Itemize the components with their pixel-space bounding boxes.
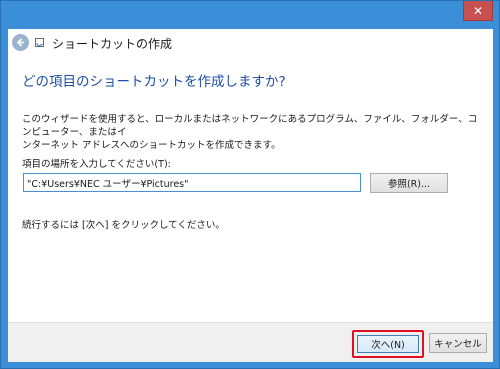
close-button[interactable]: ✕ — [463, 1, 493, 21]
close-icon: ✕ — [472, 3, 484, 18]
description: このウィザードを使用すると、ローカルまたはネットワークにあるプログラム、ファイル… — [22, 113, 482, 152]
continue-instruction: 続行するには [次へ] をクリックしてください。 — [22, 220, 225, 231]
shortcut-icon — [35, 38, 44, 47]
description-line-1: このウィザードを使用すると、ローカルまたはネットワークにあるプログラム、ファイル… — [22, 114, 478, 138]
title-bar[interactable]: ✕ — [1, 1, 499, 29]
back-button[interactable] — [12, 34, 29, 51]
back-arrow-icon — [16, 38, 24, 47]
page-heading: どの項目のショートカットを作成しますか? — [22, 74, 286, 90]
wizard-footer: 次へ(N) キャンセル — [8, 322, 493, 362]
browse-button[interactable]: 参照(R)... — [370, 173, 448, 193]
cancel-button[interactable]: キャンセル — [429, 333, 487, 353]
location-input[interactable] — [23, 173, 361, 192]
wizard-content: ショートカットの作成 どの項目のショートカットを作成しますか? このウィザードを… — [8, 29, 493, 362]
wizard-title: ショートカットの作成 — [52, 37, 173, 51]
next-button[interactable]: 次へ(N) — [357, 335, 419, 353]
location-label: 項目の場所を入力してください(T): — [22, 159, 171, 170]
description-line-2: ンターネット アドレスへのショートカットを作成できます。 — [22, 140, 281, 151]
wizard-header: ショートカットの作成 — [8, 29, 493, 57]
wizard-window: ✕ ショートカットの作成 どの項目のショートカットを作成しますか? このウィザー… — [0, 0, 500, 369]
next-button-highlight: 次へ(N) — [352, 330, 424, 358]
